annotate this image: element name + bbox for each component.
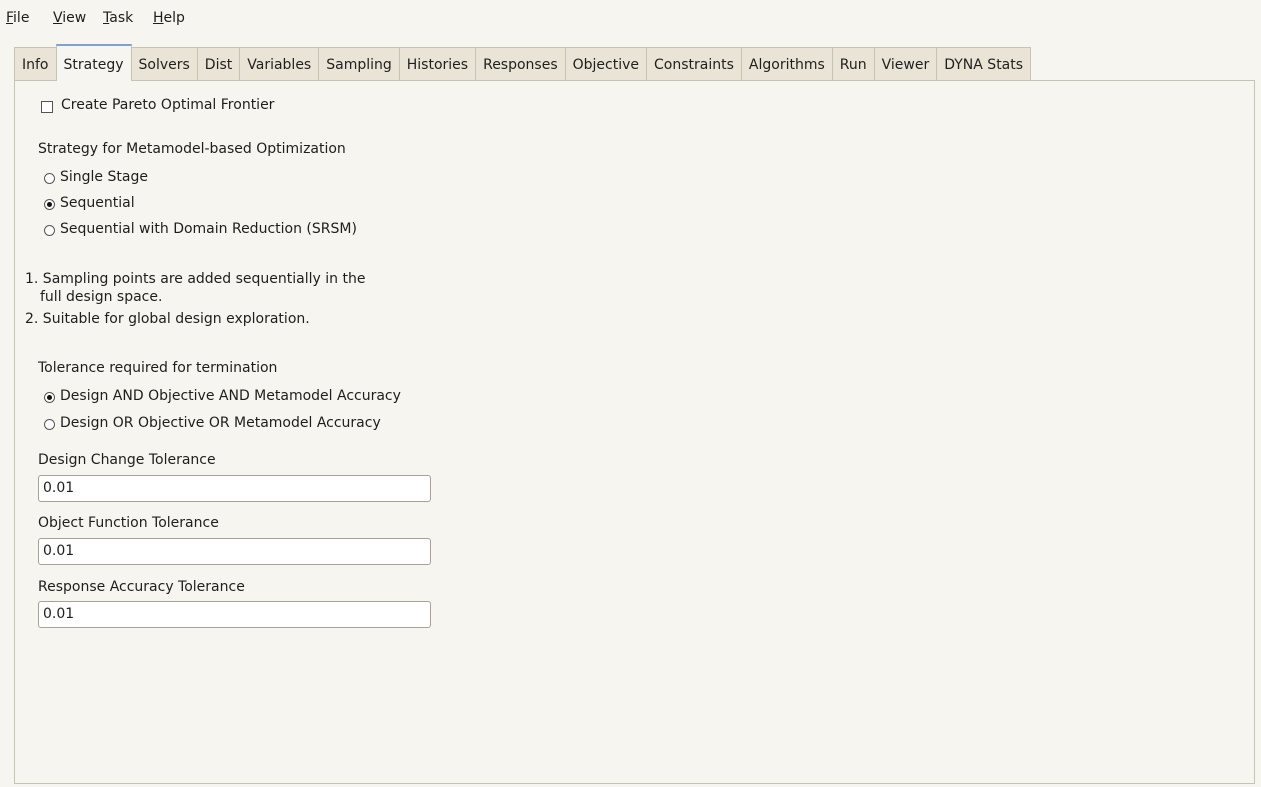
- radio-tolerance-or[interactable]: [44, 419, 55, 430]
- radio-sequential-srsm-label[interactable]: Sequential with Domain Reduction (SRSM): [60, 221, 357, 237]
- tab-histories[interactable]: Histories: [398, 47, 477, 81]
- radio-sequential-srsm[interactable]: [44, 225, 55, 236]
- tab-responses[interactable]: Responses: [475, 47, 566, 81]
- tab-variables[interactable]: Variables: [239, 47, 320, 81]
- description-line-1: 1. Sampling points are added sequentiall…: [25, 271, 366, 287]
- radio-tolerance-and-label[interactable]: Design AND Objective AND Metamodel Accur…: [60, 388, 401, 404]
- tab-objective[interactable]: Objective: [564, 47, 648, 81]
- radio-single-stage[interactable]: [44, 173, 55, 184]
- menu-view[interactable]: View: [53, 10, 86, 26]
- menu-task[interactable]: Task: [103, 10, 133, 26]
- design-change-tolerance-input[interactable]: 0.01: [38, 475, 431, 502]
- response-accuracy-tolerance-label: Response Accuracy Tolerance: [38, 579, 245, 595]
- tab-solvers[interactable]: Solvers: [130, 47, 198, 81]
- object-function-tolerance-input[interactable]: 0.01: [38, 538, 431, 565]
- pareto-checkbox[interactable]: [41, 101, 53, 113]
- pareto-checkbox-label[interactable]: Create Pareto Optimal Frontier: [61, 97, 274, 113]
- radio-sequential[interactable]: [44, 199, 55, 210]
- description-line-3: 2. Suitable for global design exploratio…: [25, 311, 310, 327]
- tab-constraints[interactable]: Constraints: [646, 47, 742, 81]
- tab-info[interactable]: Info: [14, 47, 57, 81]
- response-accuracy-tolerance-input[interactable]: 0.01: [38, 601, 431, 628]
- tolerance-heading: Tolerance required for termination: [38, 360, 278, 376]
- radio-tolerance-and[interactable]: [44, 392, 55, 403]
- tab-viewer[interactable]: Viewer: [873, 47, 938, 81]
- description-line-2: full design space.: [40, 289, 163, 305]
- radio-sequential-label[interactable]: Sequential: [60, 195, 135, 211]
- tab-sampling[interactable]: Sampling: [318, 47, 400, 81]
- tab-bar: Info Strategy Solvers Dist Variables Sam…: [14, 44, 1032, 81]
- menu-file[interactable]: File: [6, 10, 29, 26]
- strategy-panel: Create Pareto Optimal Frontier Strategy …: [14, 80, 1255, 784]
- menu-help[interactable]: Help: [153, 10, 185, 26]
- tab-algorithms[interactable]: Algorithms: [740, 47, 833, 81]
- tab-dyna-stats[interactable]: DYNA Stats: [936, 47, 1032, 81]
- tab-strategy[interactable]: Strategy: [55, 44, 132, 81]
- tab-dist[interactable]: Dist: [196, 47, 241, 81]
- radio-single-stage-label[interactable]: Single Stage: [60, 169, 148, 185]
- object-function-tolerance-label: Object Function Tolerance: [38, 515, 219, 531]
- tab-run[interactable]: Run: [831, 47, 875, 81]
- strategy-heading: Strategy for Metamodel-based Optimizatio…: [38, 141, 346, 157]
- radio-tolerance-or-label[interactable]: Design OR Objective OR Metamodel Accurac…: [60, 415, 381, 431]
- menu-bar: File View Task Help: [0, 0, 1261, 38]
- design-change-tolerance-label: Design Change Tolerance: [38, 452, 216, 468]
